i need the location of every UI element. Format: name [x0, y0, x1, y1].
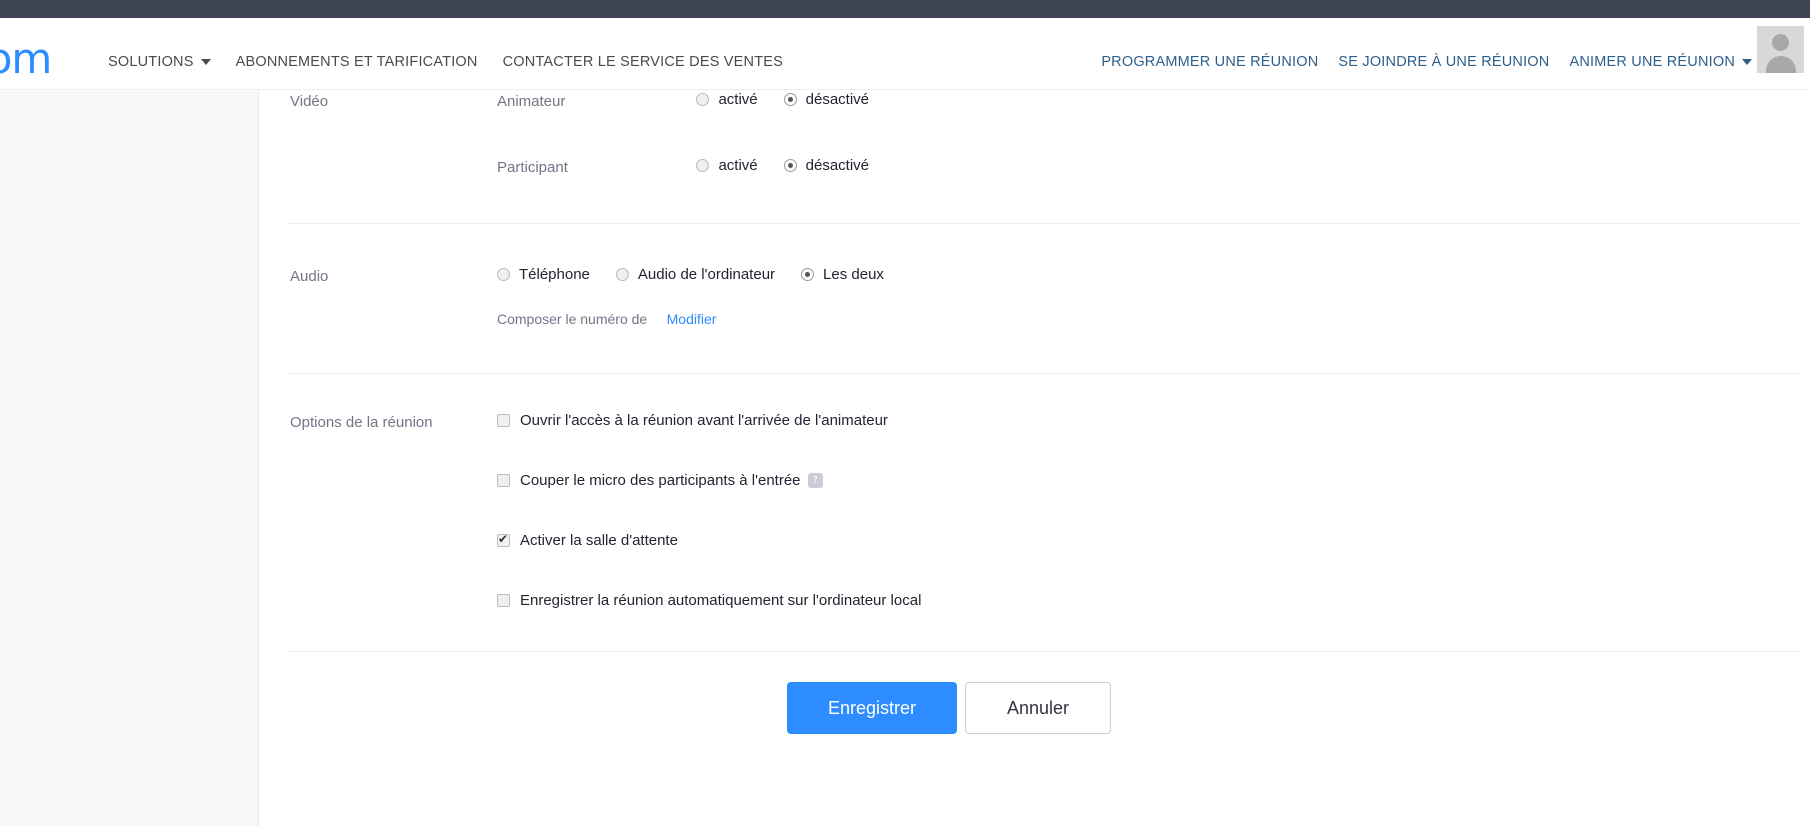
nav-item-pricing[interactable]: ABONNEMENTS ET TARIFICATION	[236, 54, 478, 70]
radio-icon-selected	[783, 159, 797, 172]
video-participant-row: Participant activé désactivé	[497, 157, 1810, 177]
video-host-option-on-label: activé	[718, 91, 758, 108]
meeting-options-label: Options de la réunion	[290, 414, 433, 431]
video-host-radio-group: activé désactivé	[696, 91, 869, 108]
video-section: Vidéo Animateur activé désactivé Partici…	[260, 91, 1810, 177]
video-host-option-off-label: désactivé	[805, 91, 870, 108]
chevron-down-icon	[1742, 59, 1752, 65]
meeting-settings-form: Vidéo Animateur activé désactivé Partici…	[260, 91, 1810, 826]
site-header: oom SOLUTIONS ABONNEMENTS ET TARIFICATIO…	[0, 18, 1810, 90]
audio-option-both-label: Les deux	[823, 266, 884, 283]
audio-option-telephone-label: Téléphone	[519, 266, 590, 283]
radio-icon	[696, 93, 710, 106]
avatar[interactable]	[1757, 26, 1804, 73]
option-auto-record-label: Enregistrer la réunion automatiquement s…	[520, 592, 922, 609]
option-auto-record[interactable]: Enregistrer la réunion automatiquement s…	[497, 592, 1810, 609]
option-mute-on-entry-label: Couper le micro des participants à l'ent…	[520, 472, 801, 489]
audio-option-computer[interactable]: Audio de l'ordinateur	[615, 266, 776, 283]
video-host-option-off[interactable]: désactivé	[783, 91, 870, 108]
checkbox-icon	[497, 414, 510, 427]
audio-option-both[interactable]: Les deux	[801, 266, 884, 283]
save-button[interactable]: Enregistrer	[787, 682, 957, 734]
checkbox-icon	[497, 474, 510, 487]
audio-section: Audio Téléphone Audio de l'ordinateur Le…	[260, 224, 1810, 329]
dial-in-note: Composer le numéro de	[497, 311, 648, 327]
radio-icon	[615, 268, 629, 281]
user-navigation: PROGRAMMER UNE RÉUNION SE JOINDRE À UNE …	[1101, 54, 1752, 70]
nav-item-join-meeting[interactable]: SE JOINDRE À UNE RÉUNION	[1338, 54, 1549, 70]
audio-radio-group: Téléphone Audio de l'ordinateur Les deux	[497, 266, 884, 283]
checkbox-icon-checked	[497, 532, 510, 547]
option-mute-on-entry[interactable]: Couper le micro des participants à l'ent…	[497, 472, 1810, 489]
audio-option-telephone[interactable]: Téléphone	[497, 266, 590, 283]
nav-label-join-meeting: SE JOINDRE À UNE RÉUNION	[1338, 54, 1550, 70]
video-participant-option-off[interactable]: désactivé	[783, 157, 870, 174]
nav-label-contact-sales: CONTACTER LE SERVICE DES VENTES	[502, 54, 784, 70]
nav-label-pricing: ABONNEMENTS ET TARIFICATION	[235, 54, 478, 70]
video-participant-option-off-label: désactivé	[805, 157, 870, 174]
dial-in-edit-link[interactable]: Modifier	[667, 311, 717, 327]
video-host-row: Animateur activé désactivé	[497, 91, 1810, 157]
nav-label-schedule-meeting: PROGRAMMER UNE RÉUNION	[1101, 54, 1319, 70]
sidebar	[0, 91, 259, 826]
video-participant-option-on-label: activé	[718, 157, 758, 174]
nav-label-solutions: SOLUTIONS	[108, 54, 194, 70]
nav-item-host-meeting[interactable]: ANIMER UNE RÉUNION	[1569, 54, 1752, 70]
top-dark-strip	[0, 0, 1810, 18]
option-waiting-room-label: Activer la salle d'attente	[520, 532, 678, 549]
info-icon[interactable]: ?	[807, 473, 823, 488]
radio-icon-selected	[783, 93, 797, 106]
nav-item-contact-sales[interactable]: CONTACTER LE SERVICE DES VENTES	[503, 54, 783, 70]
video-participant-option-on[interactable]: activé	[696, 157, 758, 174]
audio-option-computer-label: Audio de l'ordinateur	[637, 266, 776, 283]
meeting-options-section: Options de la réunion Ouvrir l'accès à l…	[260, 374, 1810, 609]
zoom-logo[interactable]: oom	[0, 38, 52, 80]
nav-item-solutions[interactable]: SOLUTIONS	[108, 54, 211, 70]
dial-in-row: Composer le numéro de Modifier	[497, 311, 1810, 329]
avatar-body-icon	[1765, 56, 1796, 73]
nav-item-schedule-meeting[interactable]: PROGRAMMER UNE RÉUNION	[1101, 54, 1318, 70]
cancel-button[interactable]: Annuler	[965, 682, 1111, 734]
video-section-label: Vidéo	[290, 93, 329, 110]
audio-section-label: Audio	[290, 268, 329, 285]
option-waiting-room[interactable]: Activer la salle d'attente	[497, 532, 1810, 549]
chevron-down-icon	[200, 59, 211, 65]
nav-label-host-meeting: ANIMER UNE RÉUNION	[1569, 54, 1735, 70]
radio-icon	[696, 159, 710, 172]
option-join-before-host[interactable]: Ouvrir l'accès à la réunion avant l'arri…	[497, 412, 1810, 429]
primary-navigation: SOLUTIONS ABONNEMENTS ET TARIFICATION CO…	[108, 54, 783, 70]
option-join-before-host-label: Ouvrir l'accès à la réunion avant l'arri…	[520, 412, 888, 429]
video-participant-label: Participant	[497, 159, 568, 177]
avatar-head-icon	[1772, 34, 1789, 51]
radio-icon	[497, 268, 510, 281]
video-participant-radio-group: activé désactivé	[696, 157, 869, 174]
radio-icon-selected	[801, 268, 815, 281]
form-actions: Enregistrer Annuler	[260, 652, 1810, 734]
video-host-option-on[interactable]: activé	[696, 91, 758, 108]
checkbox-icon	[497, 594, 510, 607]
video-host-label: Animateur	[497, 93, 566, 111]
